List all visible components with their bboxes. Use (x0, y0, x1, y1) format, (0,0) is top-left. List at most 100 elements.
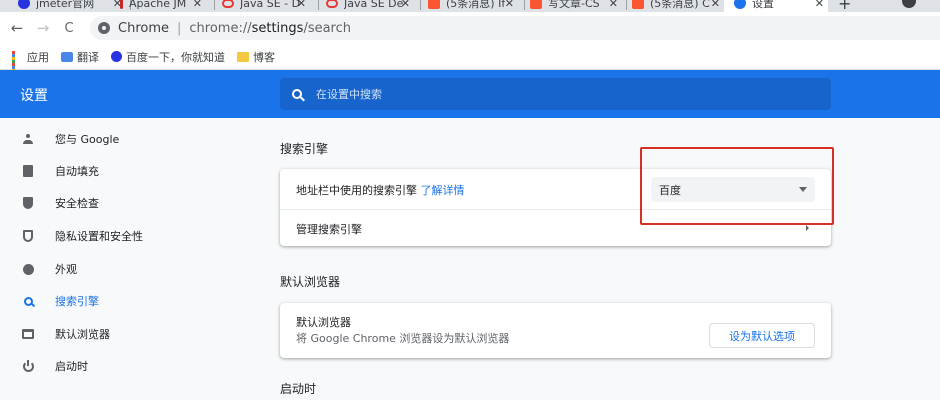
apps-icon (12, 51, 23, 78)
sidebar-item-label: 安全检查 (55, 197, 99, 210)
clipboard-icon (22, 165, 34, 177)
manage-search-engines-label: 管理搜索引擎 (296, 223, 362, 236)
bookmark-label: 博客 (253, 50, 275, 64)
sidebar-item-label: 隐私设置和安全性 (55, 230, 143, 243)
sidebar-item-safety-check[interactable]: 安全检查 (0, 187, 260, 219)
forward-button[interactable]: → (30, 19, 56, 37)
tab-csdn-3[interactable]: (5条消息) C ✕ (632, 0, 724, 12)
tab-divider (214, 0, 215, 10)
sidebar-item-you-and-google[interactable]: 您与 Google (0, 123, 260, 155)
bookmark-label: 应用 (27, 50, 49, 64)
learn-more-link[interactable]: 了解详情 (421, 184, 465, 197)
tab-java-se-1[interactable]: Java SE - D ✕ (222, 0, 310, 12)
power-icon (22, 359, 34, 372)
csdn-icon (428, 0, 440, 9)
settings-search-box[interactable] (280, 78, 831, 110)
sidebar-item-autofill[interactable]: 自动填充 (0, 155, 260, 187)
tab-java-se-2[interactable]: Java SE De ✕ (326, 0, 414, 12)
csdn-icon (530, 0, 542, 9)
browser-icon (22, 328, 34, 340)
tab-divider (318, 0, 319, 10)
bookmark-label: 翻译 (77, 50, 99, 64)
url-host: settings (251, 20, 304, 36)
settings-header: 设置 (0, 70, 940, 118)
address-bar[interactable]: Chrome | chrome://settings/search (90, 16, 940, 40)
tab-title: Apache JM (129, 0, 187, 10)
settings-search-input[interactable] (316, 87, 796, 101)
chrome-site-icon (98, 22, 110, 34)
tab-settings[interactable]: 设置 ✕ (724, 0, 828, 12)
oracle-icon (222, 0, 234, 8)
tab-csdn-2[interactable]: 写文章-CS ✕ (530, 0, 622, 12)
row-label: 地址栏中使用的搜索引擎 (296, 184, 417, 197)
bookmark-apps[interactable]: 应用 (12, 49, 49, 78)
url-text: chrome://settings/search (189, 21, 351, 36)
close-icon[interactable]: ✕ (609, 0, 618, 10)
address-bar-engine-label: 地址栏中使用的搜索引擎 了解详情 (296, 182, 465, 198)
section-title-on-startup: 启动时 (280, 382, 317, 396)
sidebar-item-label: 默认浏览器 (55, 328, 110, 341)
tab-title: Java SE De (344, 0, 404, 10)
sidebar-item-on-startup[interactable]: 启动时 (0, 350, 260, 382)
tab-title: 设置 (752, 0, 774, 10)
sidebar-item-search-engine[interactable]: 搜索引擎 (0, 285, 260, 317)
search-icon (22, 295, 34, 307)
reload-button[interactable]: C (56, 21, 82, 36)
bookmark-label: 百度一下，你就知道 (126, 50, 225, 64)
sidebar-item-appearance[interactable]: 外观 (0, 253, 260, 285)
oracle-icon (326, 0, 338, 8)
back-button[interactable]: ← (4, 19, 30, 37)
search-icon (292, 89, 302, 99)
page-title: 设置 (20, 88, 48, 104)
make-default-button[interactable]: 设为默认选项 (709, 323, 815, 348)
sidebar-item-label: 您与 Google (55, 133, 120, 146)
sidebar-item-privacy[interactable]: 隐私设置和安全性 (0, 220, 260, 252)
url-path: /search (303, 20, 352, 36)
browser-toolbar: ← → C Chrome | chrome://settings/search (0, 12, 940, 44)
tab-title: jmeter官网 (36, 0, 95, 10)
sidebar-item-label: 外观 (55, 263, 77, 276)
tab-title: Java SE - D (240, 0, 301, 10)
tab-csdn-1[interactable]: (5条消息) If ✕ (428, 0, 518, 12)
default-browser-secondary: 将 Google Chrome 浏览器设为默认浏览器 (296, 332, 510, 345)
bookmarks-bar: 应用 翻译 百度一下，你就知道 博客 (0, 44, 940, 78)
sidebar-item-default-browser[interactable]: 默认浏览器 (0, 318, 260, 350)
baidu-paw-icon (111, 51, 122, 62)
close-icon[interactable]: ✕ (297, 0, 306, 10)
default-browser-primary: 默认浏览器 (296, 316, 351, 329)
csdn-icon (632, 0, 644, 9)
sidebar-item-label: 启动时 (55, 360, 88, 373)
close-icon[interactable]: ✕ (711, 0, 720, 10)
url-prefix: chrome:// (189, 20, 252, 36)
close-icon[interactable]: ✕ (815, 0, 824, 10)
privacy-shield-icon (22, 230, 34, 242)
bookmark-translate[interactable]: 翻译 (61, 49, 99, 65)
bookmark-baidu[interactable]: 百度一下，你就知道 (111, 49, 225, 65)
section-title-search-engine: 搜索引擎 (280, 142, 329, 156)
shield-check-icon (22, 197, 34, 209)
sidebar-item-label: 自动填充 (55, 165, 99, 178)
settings-sidebar: 您与 Google 自动填充 安全检查 隐私设置和安全性 外观 搜索引擎 默认浏… (0, 118, 260, 400)
close-icon[interactable]: ✕ (505, 0, 514, 10)
palette-icon (22, 263, 34, 275)
section-title-default-browser: 默认浏览器 (280, 275, 341, 289)
tab-jmeter[interactable]: jmeter官网 ✕ (18, 0, 126, 12)
tab-divider (524, 0, 525, 10)
new-tab-button[interactable]: + (838, 0, 851, 12)
chevron-right-icon (806, 225, 809, 231)
tab-apache-jmeter[interactable]: Apache JM ✕ (120, 0, 206, 12)
baidu-paw-icon (18, 0, 30, 9)
close-icon[interactable]: ✕ (193, 0, 202, 10)
gear-icon (734, 0, 746, 9)
omnibox-separator: | (177, 20, 182, 36)
tab-strip: jmeter官网 ✕ Apache JM ✕ Java SE - D ✕ Jav… (0, 0, 940, 12)
default-browser-card: 默认浏览器 将 Google Chrome 浏览器设为默认浏览器 设为默认选项 (280, 303, 831, 358)
close-icon[interactable]: ✕ (401, 0, 410, 10)
tab-search-icon[interactable] (902, 0, 916, 8)
person-icon (22, 133, 34, 145)
tab-title: (5条消息) C (650, 0, 710, 10)
folder-icon (237, 51, 249, 62)
bookmark-blog[interactable]: 博客 (237, 49, 275, 65)
sidebar-item-label: 搜索引擎 (55, 295, 99, 308)
translate-icon (61, 51, 73, 62)
